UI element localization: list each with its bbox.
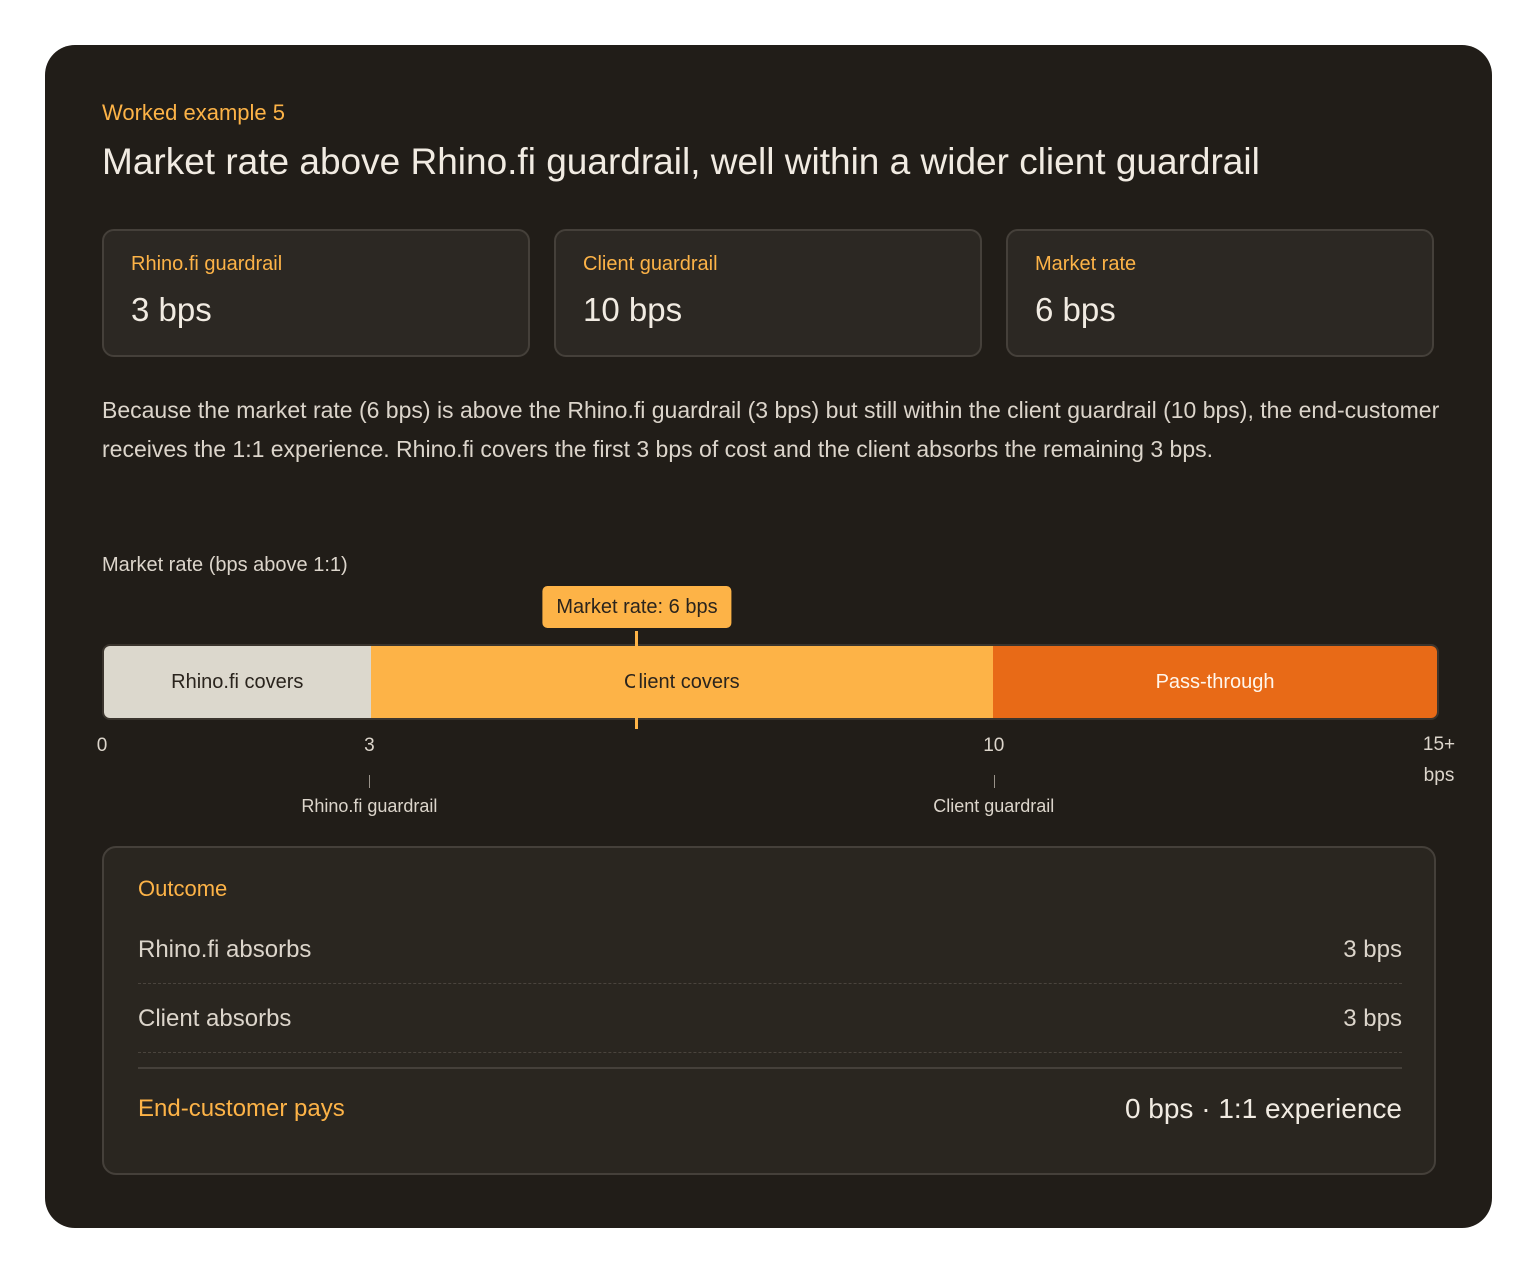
example-title: Market rate above Rhino.fi guardrail, we… bbox=[102, 141, 1260, 182]
stat-label: Rhino.fi guardrail bbox=[131, 253, 283, 275]
outcome-total-row: End-customer pays 0 bps · 1:1 experience bbox=[138, 1074, 1402, 1144]
chart-title: Market rate (bps above 1:1) bbox=[102, 554, 348, 576]
outcome-divider bbox=[138, 1067, 1402, 1069]
guardrail-stem bbox=[369, 775, 371, 788]
axis-tick-label: 3 bbox=[364, 735, 375, 756]
guardrail-label-client: Client guardrail bbox=[933, 796, 1055, 816]
guardrail-stem bbox=[993, 775, 995, 788]
axis-tick-label: 10 bbox=[983, 735, 1005, 756]
outcome-total-label: End-customer pays bbox=[138, 1095, 345, 1122]
axis-unit: bps bbox=[1423, 765, 1455, 786]
stat-client-guardrail: Client guardrail 10 bps bbox=[554, 229, 982, 357]
coverage-bar: Rhino.fi covers Client covers Pass-throu… bbox=[102, 644, 1439, 720]
outcome-row: Rhino.fi absorbs 3 bps bbox=[138, 916, 1402, 984]
stat-label: Client guardrail bbox=[583, 253, 718, 275]
example-eyebrow: Worked example 5 bbox=[102, 100, 286, 125]
outcome-title: Outcome bbox=[138, 876, 228, 901]
segment-pass-through: Pass-through bbox=[993, 646, 1437, 718]
stat-value: 3 bps bbox=[131, 291, 212, 328]
stat-market-rate: Market rate 6 bps bbox=[1006, 229, 1434, 357]
market-rate-marker-label: Market rate: 6 bps bbox=[542, 586, 732, 628]
segment-rhino-covers: Rhino.fi covers bbox=[104, 646, 371, 718]
outcome-panel: Outcome Rhino.fi absorbs 3 bps Client ab… bbox=[102, 846, 1436, 1175]
worked-example-card: Worked example 5 Market rate above Rhino… bbox=[45, 45, 1492, 1228]
axis-tick-label: 0 bbox=[96, 735, 108, 756]
stat-label: Market rate bbox=[1035, 253, 1137, 275]
stat-rhino-guardrail: Rhino.fi guardrail 3 bps bbox=[102, 229, 530, 357]
outcome-row: Client absorbs 3 bps bbox=[138, 985, 1402, 1053]
outcome-row-value: 3 bps bbox=[1343, 935, 1402, 963]
outcome-row-value: 3 bps bbox=[1343, 1004, 1402, 1032]
stat-value: 10 bps bbox=[583, 291, 683, 328]
segment-client-covers: Client covers bbox=[370, 646, 994, 718]
axis-tick-value: 15+ bbox=[1422, 734, 1456, 755]
outcome-total-value: 0 bps · 1:1 experience bbox=[1124, 1093, 1402, 1124]
example-description: Because the market rate (6 bps) is above… bbox=[102, 397, 1440, 462]
guardrail-label-rhino: Rhino.fi guardrail bbox=[301, 796, 438, 816]
axis-tick-label-max: 15+ bps bbox=[1423, 729, 1455, 791]
stat-value: 6 bps bbox=[1035, 291, 1116, 328]
outcome-row-label: Rhino.fi absorbs bbox=[138, 935, 312, 963]
market-rate-marker-line bbox=[635, 631, 639, 729]
outcome-row-label: Client absorbs bbox=[138, 1004, 292, 1032]
